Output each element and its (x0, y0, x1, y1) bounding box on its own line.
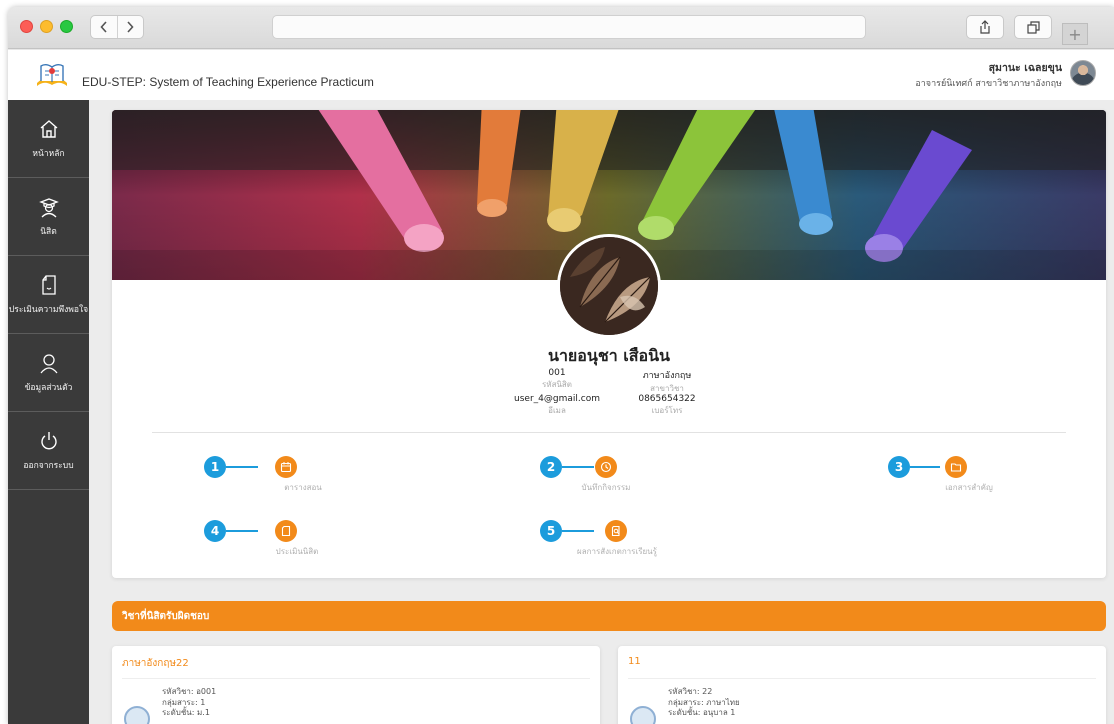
clock-icon (600, 461, 612, 473)
activity-log-button[interactable] (595, 456, 617, 478)
search-document-icon (611, 525, 620, 537)
app-title: EDU-STEP: System of Teaching Experience … (82, 75, 374, 89)
student-icon (38, 197, 59, 217)
menu-item-label: บันทึกกิจกรรม (581, 483, 631, 492)
folder-icon (950, 463, 962, 472)
forward-button[interactable] (116, 16, 143, 38)
course-level: ระดับชั้น: ม.1 (162, 708, 210, 717)
schedule-button[interactable] (275, 456, 297, 478)
profile-card: นายอนุชา เสือนิน 001 รหัสนิสิต ภาษาอังกฤ… (112, 110, 1106, 578)
browser-window: + EDU-STEP: System of Teaching Experienc… (8, 7, 1114, 724)
menu-item-activity-log[interactable]: บันทึกกิจกรรม (542, 456, 652, 494)
address-bar[interactable] (272, 15, 866, 39)
email-cell: user_4@gmail.com อีเมล (502, 394, 612, 417)
major-value: ภาษาอังกฤษ (642, 371, 692, 381)
course-card[interactable]: 11 รหัสวิชา: 22 กลุ่มสาระ: ภาษาไทย ระดับ… (618, 646, 1106, 724)
tabs-icon (1026, 20, 1040, 34)
course-group: กลุ่มสาระ: ภาษาไทย (668, 697, 740, 707)
course-code: รหัสวิชา: 22 (668, 687, 713, 696)
app-header: EDU-STEP: System of Teaching Experience … (8, 50, 1114, 100)
menu-item-label: ตารางสอน (284, 483, 322, 492)
step-badge-4: 4 (204, 520, 226, 542)
step-badge-1: 1 (204, 456, 226, 478)
course-code: รหัสวิชา: อ001 (162, 687, 217, 696)
leaves-image (560, 237, 658, 335)
sidebar-item-label: ประเมินความพึงพอใจ (8, 304, 89, 315)
evaluate-student-button[interactable] (275, 520, 297, 542)
share-icon (980, 20, 990, 34)
major-cell: ภาษาอังกฤษ สาขาวิชา (612, 368, 722, 395)
user-name: สุมานะ เฉลยขุน (988, 62, 1062, 74)
student-name: นายอนุชา เสือนิน (548, 346, 670, 365)
sidebar-item-label: นิสิต (40, 226, 57, 237)
email-value: user_4@gmail.com (514, 394, 600, 404)
sidebar-item-profile[interactable]: ข้อมูลส่วนตัว (8, 334, 89, 412)
phone-label: เบอร์โทร (651, 406, 683, 415)
course-group: กลุ่มสาระ: 1 (162, 697, 206, 707)
main-content: นายอนุชา เสือนิน 001 รหัสนิสิต ภาษาอังกฤ… (89, 100, 1114, 724)
student-id-cell: 001 รหัสนิสิต (502, 368, 612, 391)
menu-item-evaluate-student[interactable]: ประเมินนิสิต (224, 520, 318, 558)
menu-item-label: เอกสารสำคัญ (945, 483, 993, 492)
divider (628, 678, 1096, 679)
chevron-left-icon (100, 21, 107, 33)
menu-item-label: ประเมินนิสิต (275, 547, 319, 556)
sidebar: หน้าหลัก นิสิต ประเมินความพึงพอใจ ข้อมูล… (8, 100, 89, 724)
student-id-value: 001 (548, 368, 566, 378)
sidebar-item-logout[interactable]: ออกจากระบบ (8, 412, 89, 490)
browser-toolbar: + (8, 7, 1114, 49)
edu-step-logo (37, 64, 67, 86)
course-icon (630, 706, 656, 724)
course-level: ระดับชั้น: อนุบาล 1 (668, 708, 736, 717)
courses-section-header: วิชาที่นิสิตรับผิดชอบ (112, 601, 1106, 631)
phone-cell: 0865654322 เบอร์โทร (612, 394, 722, 417)
new-tab-button[interactable]: + (1062, 23, 1088, 45)
share-button[interactable] (966, 15, 1004, 39)
minimize-window-button[interactable] (40, 20, 53, 33)
chevron-right-icon (127, 21, 135, 33)
navigation-buttons (90, 15, 144, 39)
calendar-icon (280, 462, 292, 473)
avatar[interactable] (1070, 60, 1096, 86)
document-icon (281, 525, 291, 537)
phone-value: 0865654322 (638, 394, 696, 404)
course-title: ภาษาอังกฤษ22 (122, 658, 189, 669)
plus-icon: + (1068, 24, 1082, 44)
menu-item-documents[interactable]: เอกสารสำคัญ (890, 456, 1010, 494)
student-id-label: รหัสนิสิต (542, 380, 572, 389)
divider (152, 432, 1066, 433)
user-icon (39, 353, 58, 373)
course-icon (124, 706, 150, 724)
sidebar-item-satisfaction[interactable]: ประเมินความพึงพอใจ (8, 256, 89, 334)
menu-item-schedule[interactable]: ตารางสอน (224, 456, 322, 494)
documents-button[interactable] (945, 456, 967, 478)
course-meta: รหัสวิชา: 22 กลุ่มสาระ: ภาษาไทย ระดับชั้… (668, 687, 740, 719)
zoom-window-button[interactable] (60, 20, 73, 33)
course-meta: รหัสวิชา: อ001 กลุ่มสาระ: 1 ระดับชั้น: ม… (162, 687, 216, 719)
divider (122, 678, 590, 679)
tabs-overview-button[interactable] (1014, 15, 1052, 39)
survey-icon (41, 274, 56, 295)
profile-photo (557, 234, 661, 338)
power-icon (40, 431, 57, 449)
sidebar-item-students[interactable]: นิสิต (8, 178, 89, 256)
sidebar-item-label: หน้าหลัก (32, 148, 65, 159)
back-button[interactable] (91, 16, 117, 38)
observation-results-button[interactable] (605, 520, 627, 542)
menu-item-observation-results[interactable]: ผลการสังเกตการเรียนรู้ (542, 520, 672, 558)
close-window-button[interactable] (20, 20, 33, 33)
sidebar-item-home[interactable]: หน้าหลัก (8, 100, 89, 178)
course-title: 11 (628, 656, 641, 667)
sidebar-item-label: ข้อมูลส่วนตัว (24, 382, 73, 393)
user-role: อาจารย์นิเทศก์ สาขาวิชาภาษาอังกฤษ (915, 79, 1062, 89)
email-label: อีเมล (548, 406, 566, 415)
sidebar-item-label: ออกจากระบบ (23, 460, 74, 471)
menu-item-label: ผลการสังเกตการเรียนรู้ (577, 547, 657, 556)
home-icon (40, 119, 57, 138)
course-card[interactable]: ภาษาอังกฤษ22 รหัสวิชา: อ001 กลุ่มสาระ: 1… (112, 646, 600, 724)
